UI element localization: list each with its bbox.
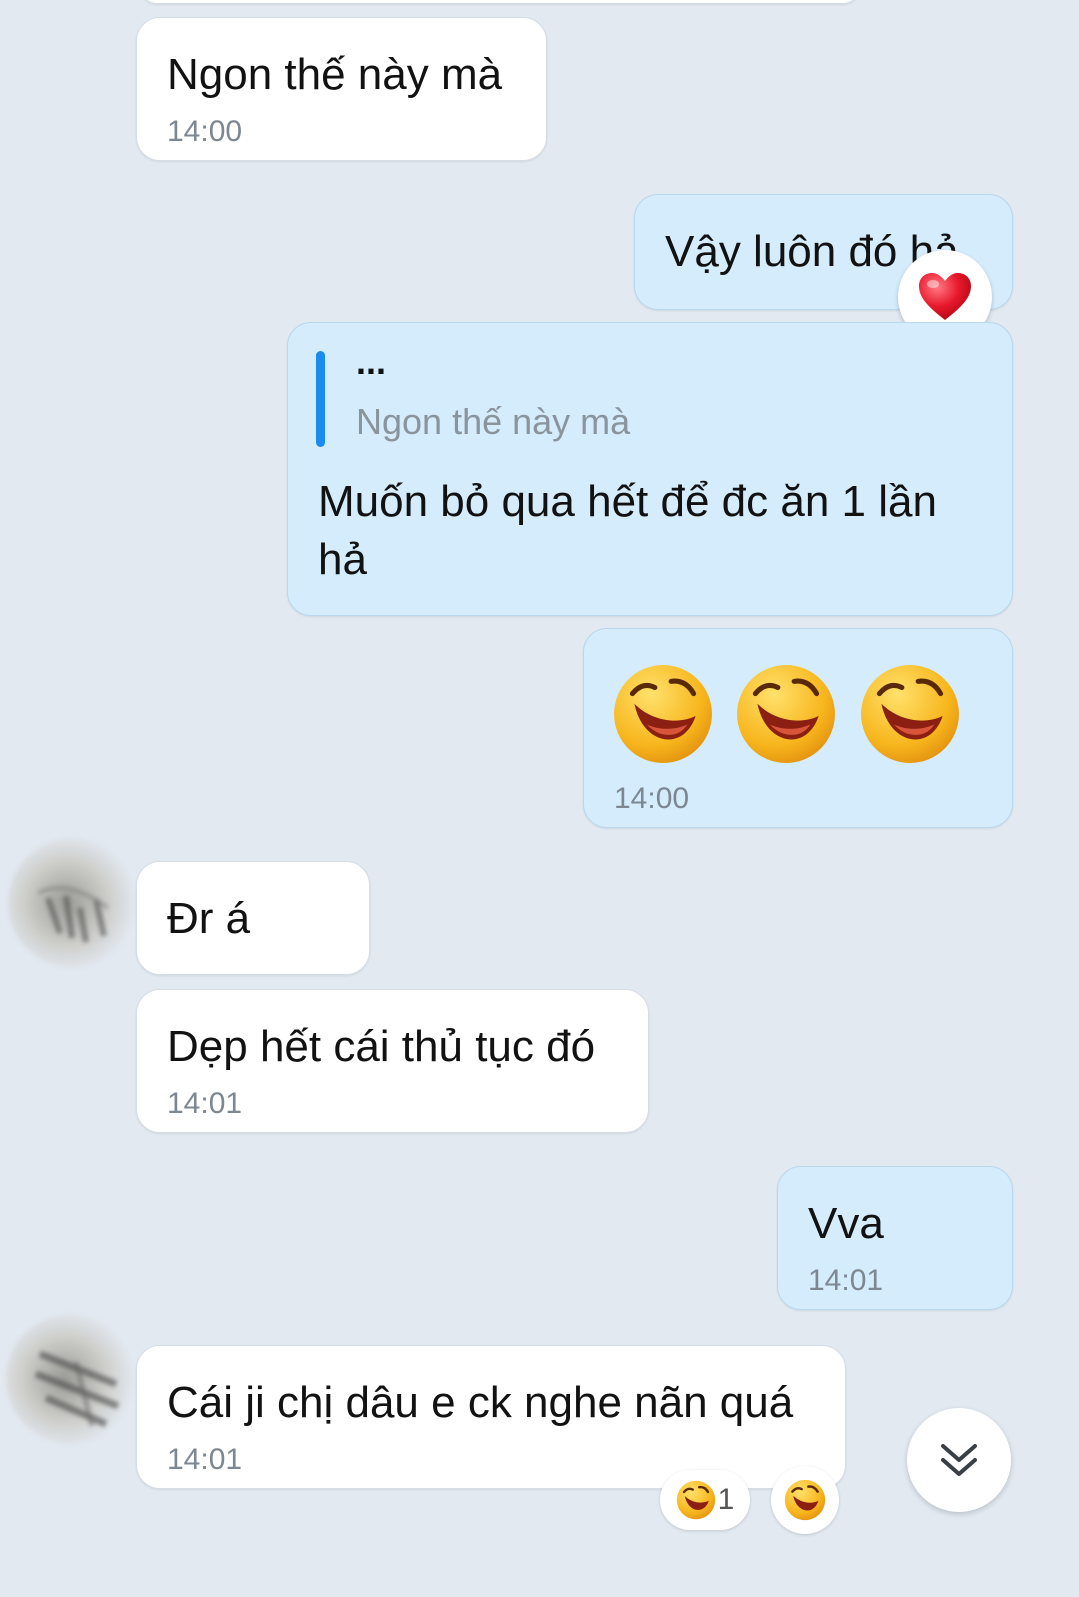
- sender-avatar[interactable]: [6, 1314, 136, 1444]
- message-text: Muốn bỏ qua hết để đc ăn 1 lần: [318, 477, 937, 526]
- reaction-summary-badge[interactable]: 1: [660, 1470, 750, 1530]
- quote-text: Ngon thế này mà: [356, 401, 631, 442]
- message-text: Dẹp hết cái thủ tục đó: [167, 1022, 596, 1071]
- laughing-emoji-icon: [676, 1480, 715, 1520]
- avatar-image: [37, 886, 110, 943]
- message-bubble-incoming[interactable]: Đr á: [136, 861, 370, 975]
- laughing-emoji-icon: [737, 665, 835, 763]
- message-time: 14:00: [614, 782, 690, 815]
- message-text: hả: [318, 535, 367, 584]
- quote-sender: ...: [356, 341, 387, 382]
- message-bubble-outgoing[interactable]: Vva 14:01: [777, 1166, 1013, 1310]
- scroll-to-bottom-button[interactable]: [907, 1408, 1011, 1512]
- quote-bar: [316, 351, 325, 447]
- sender-avatar[interactable]: [8, 838, 138, 968]
- laughing-emoji-icon: [784, 1479, 826, 1521]
- message-bubble-incoming[interactable]: Cái ji chị dâu e ck nghe nãn quá 14:01: [136, 1345, 846, 1489]
- double-chevron-down-icon: [941, 1444, 977, 1476]
- avatar-image: [34, 1350, 120, 1428]
- message-bubble-incoming[interactable]: Ngon thế này mà 14:00: [136, 17, 547, 161]
- message-text: Đr á: [167, 894, 251, 943]
- message-text: Cái ji chị dâu e ck nghe nãn quá: [167, 1378, 794, 1427]
- laughing-emoji-icon: [614, 665, 712, 763]
- message-text: Vva: [808, 1199, 884, 1248]
- message-time: 14:01: [167, 1087, 243, 1120]
- message-text: Ngon thế này mà: [167, 50, 503, 99]
- message-bubble-outgoing-reply[interactable]: ... Ngon thế này mà Muốn bỏ qua hết để đ…: [287, 322, 1013, 616]
- message-bubble-outgoing-emoji[interactable]: 14:00: [583, 628, 1013, 828]
- quote-block[interactable]: ... Ngon thế này mà: [316, 341, 976, 447]
- message-time: 14:00: [167, 115, 243, 148]
- previous-message-bubble[interactable]: [140, 0, 860, 4]
- reaction-count: 1: [717, 1483, 735, 1516]
- message-time: 14:01: [808, 1264, 884, 1297]
- message-time: 14:01: [167, 1443, 243, 1476]
- message-bubble-incoming[interactable]: Dẹp hết cái thủ tục đó 14:01: [136, 989, 649, 1133]
- add-reaction-button[interactable]: [771, 1466, 839, 1534]
- laughing-emoji-icon: [861, 665, 959, 763]
- heart-icon: [919, 273, 971, 320]
